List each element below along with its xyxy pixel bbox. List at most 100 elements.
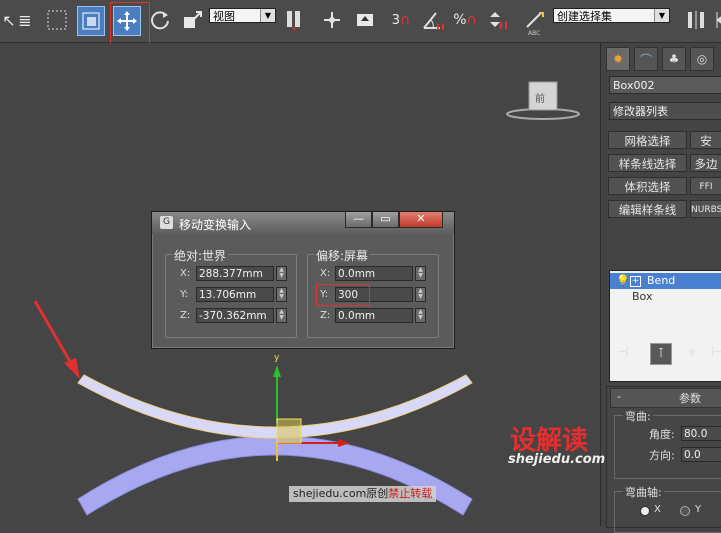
watermark-banner: shejiedu.com原创禁止转载 [289, 486, 437, 502]
nurbs-button[interactable]: NURBS [690, 200, 721, 218]
axis-y-label: Y [695, 504, 702, 515]
main-toolbar: ↖ ≣ 视图 ▼ 3 ∩ % ∩ ABC 创建选择集 ▼ [0, 0, 721, 44]
select-and-manipulate-icon[interactable] [319, 6, 345, 34]
minimize-button[interactable]: — [345, 212, 372, 228]
volume-select-button[interactable]: 体积选择 [608, 177, 687, 195]
absolute-group-title: 绝对:世界 [172, 247, 229, 264]
gizmo-plane-handle [276, 418, 302, 444]
select-by-name-icon[interactable]: ≣ [12, 6, 38, 34]
offset-z-label: Z: [320, 310, 331, 321]
make-unique-icon[interactable]: ⩔ [688, 345, 695, 360]
object-name-field[interactable]: Box002 [609, 76, 721, 94]
viewcube-label: 前 [535, 94, 545, 105]
chevron-down-icon: ▼ [654, 9, 669, 22]
axis-x-radio[interactable] [640, 506, 650, 516]
pin-stack-icon[interactable]: ⊣ [617, 345, 628, 360]
stack-item-bend[interactable]: 💡 + Bend [610, 273, 721, 289]
selection-set-label: 创建选择集 [557, 10, 612, 23]
bend-group-title: 弯曲: [623, 408, 653, 424]
poly-select-button[interactable]: 多边 [690, 154, 721, 172]
watermark-banner-text: shejiedu.com原创 [293, 487, 389, 500]
snap-label: 3 [391, 12, 401, 28]
watermark-banner-warning: 禁止转载 [388, 487, 433, 500]
modifier-stack[interactable]: 💡 + Bend Box [609, 270, 721, 382]
snap-toggle-icon[interactable]: 3 ∩ [388, 6, 414, 34]
chevron-down-icon: ▼ [260, 9, 275, 22]
align-icon[interactable] [708, 6, 721, 34]
gizmo-y-label: y [274, 353, 280, 363]
abs-x-label: X: [180, 268, 191, 279]
abs-y-spinner[interactable]: ▲ ▼ [276, 287, 287, 302]
keyboard-shortcut-icon[interactable] [352, 6, 378, 34]
upper-bent-box [77, 374, 473, 439]
mirror-icon[interactable] [683, 6, 709, 34]
offset-group-title: 偏移:屏幕 [314, 247, 371, 264]
window-crossing-icon[interactable] [77, 6, 105, 36]
edit-spline-button[interactable]: 编辑样条线 [608, 200, 687, 218]
spline-select-button[interactable]: 样条线选择 [608, 154, 687, 172]
dialog-titlebar[interactable]: G 移动变换输入 — ▭ ✕ [152, 212, 454, 234]
offset-x-spinner[interactable]: ▲ ▼ [415, 266, 426, 281]
ffd-button[interactable]: FFI [690, 177, 721, 195]
percent-label: % [453, 12, 467, 28]
parameters-rollout-header[interactable]: - 参数 [610, 388, 721, 408]
pivot-icon[interactable] [281, 6, 307, 34]
abs-z-spinner[interactable]: ▲ ▼ [276, 308, 287, 323]
percent-snap-icon[interactable]: % ∩ [452, 6, 478, 34]
angle-snap-icon[interactable] [420, 6, 446, 34]
app-logo-icon: G [160, 216, 173, 229]
expand-plus-icon[interactable]: + [630, 276, 641, 287]
selection-set-dropdown[interactable]: 创建选择集 ▼ [553, 8, 670, 23]
create-tab-icon[interactable]: ✸ [606, 47, 630, 71]
watermark-url: shejiedu.com [508, 452, 606, 467]
gizmo-y-arrow [273, 365, 281, 377]
stack-item-box[interactable]: Box [610, 289, 721, 305]
abs-z-label: Z: [180, 310, 191, 321]
show-end-result-icon[interactable]: ⊺ [650, 343, 672, 365]
offset-y-highlight [316, 284, 370, 306]
axis-x-label: X [654, 504, 661, 515]
offset-y-spinner[interactable]: ▲ ▼ [415, 287, 426, 302]
abs-x-input[interactable]: 288.377mm [196, 266, 274, 281]
axis-y-radio[interactable] [680, 506, 690, 516]
move-transform-dialog[interactable]: G 移动变换输入 — ▭ ✕ 绝对:世界 偏移:屏幕 X: 288.377mm … [151, 211, 455, 349]
move-highlight-box [110, 2, 150, 44]
angle-label: 角度: [649, 428, 675, 441]
hierarchy-tab-icon[interactable]: ♣ [662, 47, 686, 71]
offset-x-input[interactable]: 0.0mm [335, 266, 413, 281]
modify-tab-icon[interactable]: ⌒ [634, 47, 658, 71]
abs-x-spinner[interactable]: ▲ ▼ [276, 266, 287, 281]
direction-label: 方向: [649, 449, 675, 462]
maximize-button[interactable]: ▭ [372, 212, 399, 228]
stack-item-box-label: Box [632, 290, 653, 303]
spinner-snap-icon[interactable] [484, 6, 510, 34]
offset-x-label: X: [320, 268, 331, 279]
scale-icon[interactable] [180, 6, 206, 34]
annotation-arrow-head [64, 358, 80, 379]
command-panel: ✸ ⌒ ♣ ◎ Box002 修改器列表 网格选择 安 样条线选择 多边 体积选… [600, 43, 721, 533]
angle-input[interactable]: 80.0 [681, 426, 721, 441]
rotate-icon[interactable] [147, 6, 173, 34]
collapse-icon: - [617, 390, 621, 403]
view-dropdown[interactable]: 视图 ▼ [209, 8, 276, 23]
offset-z-input[interactable]: 0.0mm [335, 308, 413, 323]
lightbulb-icon[interactable]: 💡 [616, 273, 630, 289]
mesh-select-button[interactable]: 网格选择 [608, 131, 687, 149]
rollout-title: 参数 [679, 392, 701, 405]
abs-y-label: Y: [180, 289, 189, 300]
dialog-title: 移动变换输入 [179, 218, 252, 232]
abs-z-input[interactable]: -370.362mm [196, 308, 274, 323]
bend-axis-group-title: 弯曲轴: [623, 484, 664, 500]
offset-z-spinner[interactable]: ▲ ▼ [415, 308, 426, 323]
view-dropdown-label: 视图 [213, 10, 235, 23]
motion-tab-icon[interactable]: ◎ [690, 47, 714, 71]
abc-label: ABC [528, 30, 541, 37]
direction-input[interactable]: 0.0 [681, 447, 721, 462]
modifier-button-2[interactable]: 安 [690, 131, 721, 149]
stack-item-bend-label: Bend [647, 274, 676, 287]
remove-modifier-icon[interactable]: ⊢ [711, 345, 721, 360]
rectangle-region-icon[interactable] [44, 6, 70, 34]
modifier-list-dropdown[interactable]: 修改器列表 [609, 102, 721, 120]
abs-y-input[interactable]: 13.706mm [196, 287, 274, 302]
close-button[interactable]: ✕ [399, 212, 443, 228]
